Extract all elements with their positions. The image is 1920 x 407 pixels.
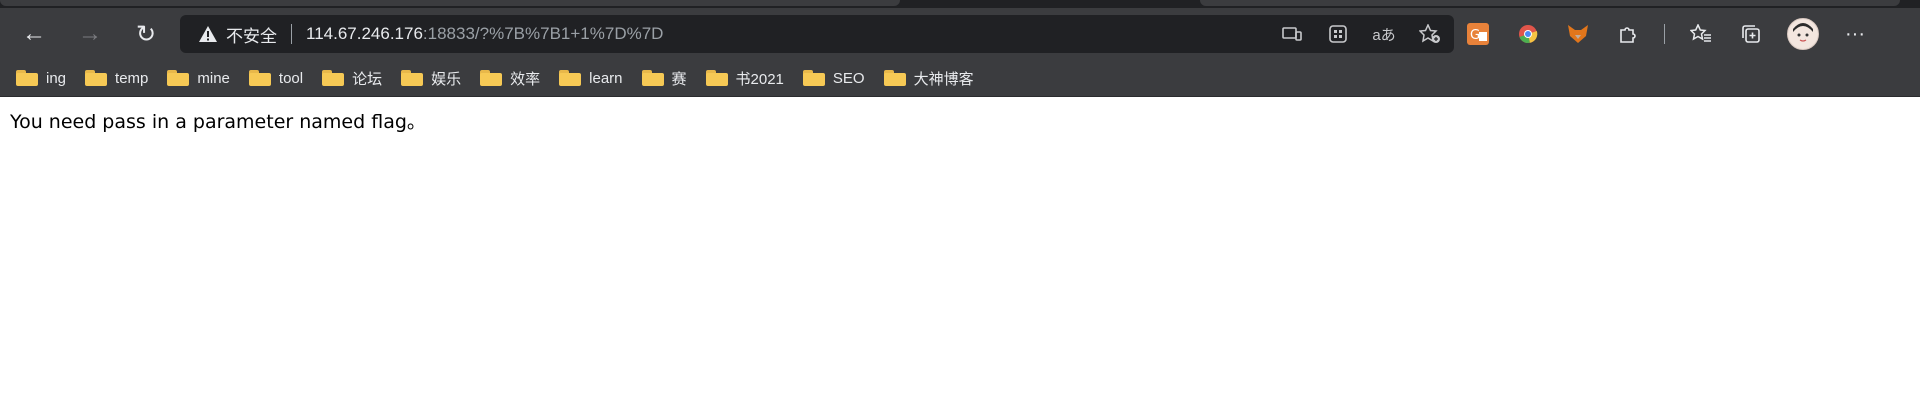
bookmark-label: SEO	[832, 69, 865, 87]
folder-icon	[85, 70, 108, 86]
folder-icon	[559, 70, 582, 86]
back-button[interactable]: ←	[14, 14, 54, 54]
bookmark-label: 书2021	[735, 70, 784, 88]
url-host: 114.67.246.176	[306, 24, 423, 43]
apps-icon[interactable]	[1324, 20, 1352, 48]
bookmark-label: 大神博客	[913, 70, 974, 88]
bookmark-folder[interactable]: 娱乐	[401, 64, 461, 92]
bookmark-folder[interactable]: 书2021	[705, 64, 784, 92]
bookmark-label: 效率	[510, 70, 541, 88]
bookmark-folder[interactable]: tool	[248, 64, 304, 92]
fox-extension-icon[interactable]	[1564, 20, 1592, 48]
puzzle-extensions-icon[interactable]	[1614, 20, 1642, 48]
bookmark-folder[interactable]: 赛	[641, 64, 687, 92]
toolbar-divider	[1664, 24, 1665, 44]
bookmark-folder[interactable]: 效率	[480, 64, 540, 92]
bookmark-label: 娱乐	[431, 70, 462, 88]
reload-icon: ↻	[135, 20, 157, 48]
security-label[interactable]: 不安全	[226, 22, 277, 47]
device-cast-icon[interactable]	[1278, 20, 1306, 48]
folder-icon	[248, 70, 271, 86]
translate-extension-icon[interactable]: G	[1464, 20, 1492, 48]
bookmark-folder[interactable]: temp	[85, 64, 148, 92]
collections-icon[interactable]	[1737, 20, 1765, 48]
profile-avatar[interactable]	[1787, 18, 1819, 50]
url-path: :18833/?%7B%7B1+1%7D%7D	[422, 24, 664, 43]
folder-icon	[480, 70, 503, 86]
extension-area: G ···	[1464, 18, 1869, 50]
folder-icon	[705, 70, 728, 86]
page-message: You need pass in a parameter named flag。	[10, 111, 426, 133]
folder-icon	[401, 70, 424, 86]
bookmarks-bar: ing temp mine tool 论坛 娱乐 效率 learn 赛 书202…	[0, 60, 1920, 97]
bookmark-label: mine	[197, 69, 230, 87]
page-content: You need pass in a parameter named flag。	[0, 97, 1920, 144]
address-bar[interactable]: 不安全 114.67.246.176 :18833/?%7B%7B1+1%7D%…	[180, 15, 1454, 53]
reload-button[interactable]: ↻	[126, 14, 166, 54]
bookmark-label: 赛	[671, 70, 687, 88]
back-arrow-icon: ←	[22, 20, 46, 47]
folder-icon	[322, 70, 345, 86]
bookmark-folder[interactable]: SEO	[802, 64, 865, 92]
add-favorite-icon[interactable]	[1416, 20, 1444, 48]
tab-strip	[0, 0, 1920, 8]
omnibox-divider	[291, 24, 292, 44]
browser-toolbar: ← → ↻ 不安全 114.67.246.176 :18833/?%7B%7B1…	[0, 8, 1920, 60]
forward-button[interactable]: →	[70, 14, 110, 54]
tab-active[interactable]	[0, 0, 900, 6]
bookmark-label: temp	[115, 69, 149, 87]
bookmark-label: learn	[589, 69, 623, 87]
folder-icon	[802, 70, 825, 86]
omnibox-actions: aあ	[1278, 20, 1444, 48]
bookmark-label: 论坛	[352, 70, 383, 88]
bookmark-folder[interactable]: 大神博客	[883, 64, 974, 92]
folder-icon	[883, 70, 906, 86]
folder-icon	[167, 70, 190, 86]
read-aloud-icon[interactable]: aあ	[1370, 20, 1398, 48]
bookmark-folder[interactable]: 论坛	[322, 64, 382, 92]
bookmark-label: ing	[46, 69, 67, 87]
bookmark-label: tool	[278, 69, 304, 87]
favorites-icon[interactable]	[1687, 20, 1715, 48]
svg-text:G: G	[1470, 28, 1480, 43]
tab-inactive[interactable]	[1200, 0, 1900, 6]
folder-icon	[641, 70, 664, 86]
warning-icon[interactable]	[198, 24, 218, 44]
forward-arrow-icon: →	[78, 20, 102, 47]
more-icon[interactable]: ···	[1841, 20, 1869, 48]
bookmark-folder[interactable]: ing	[16, 64, 66, 92]
chrome-extension-icon[interactable]	[1514, 20, 1542, 48]
bookmark-folder[interactable]: mine	[167, 64, 230, 92]
folder-icon	[16, 70, 38, 86]
bookmark-folder[interactable]: learn	[559, 64, 623, 92]
